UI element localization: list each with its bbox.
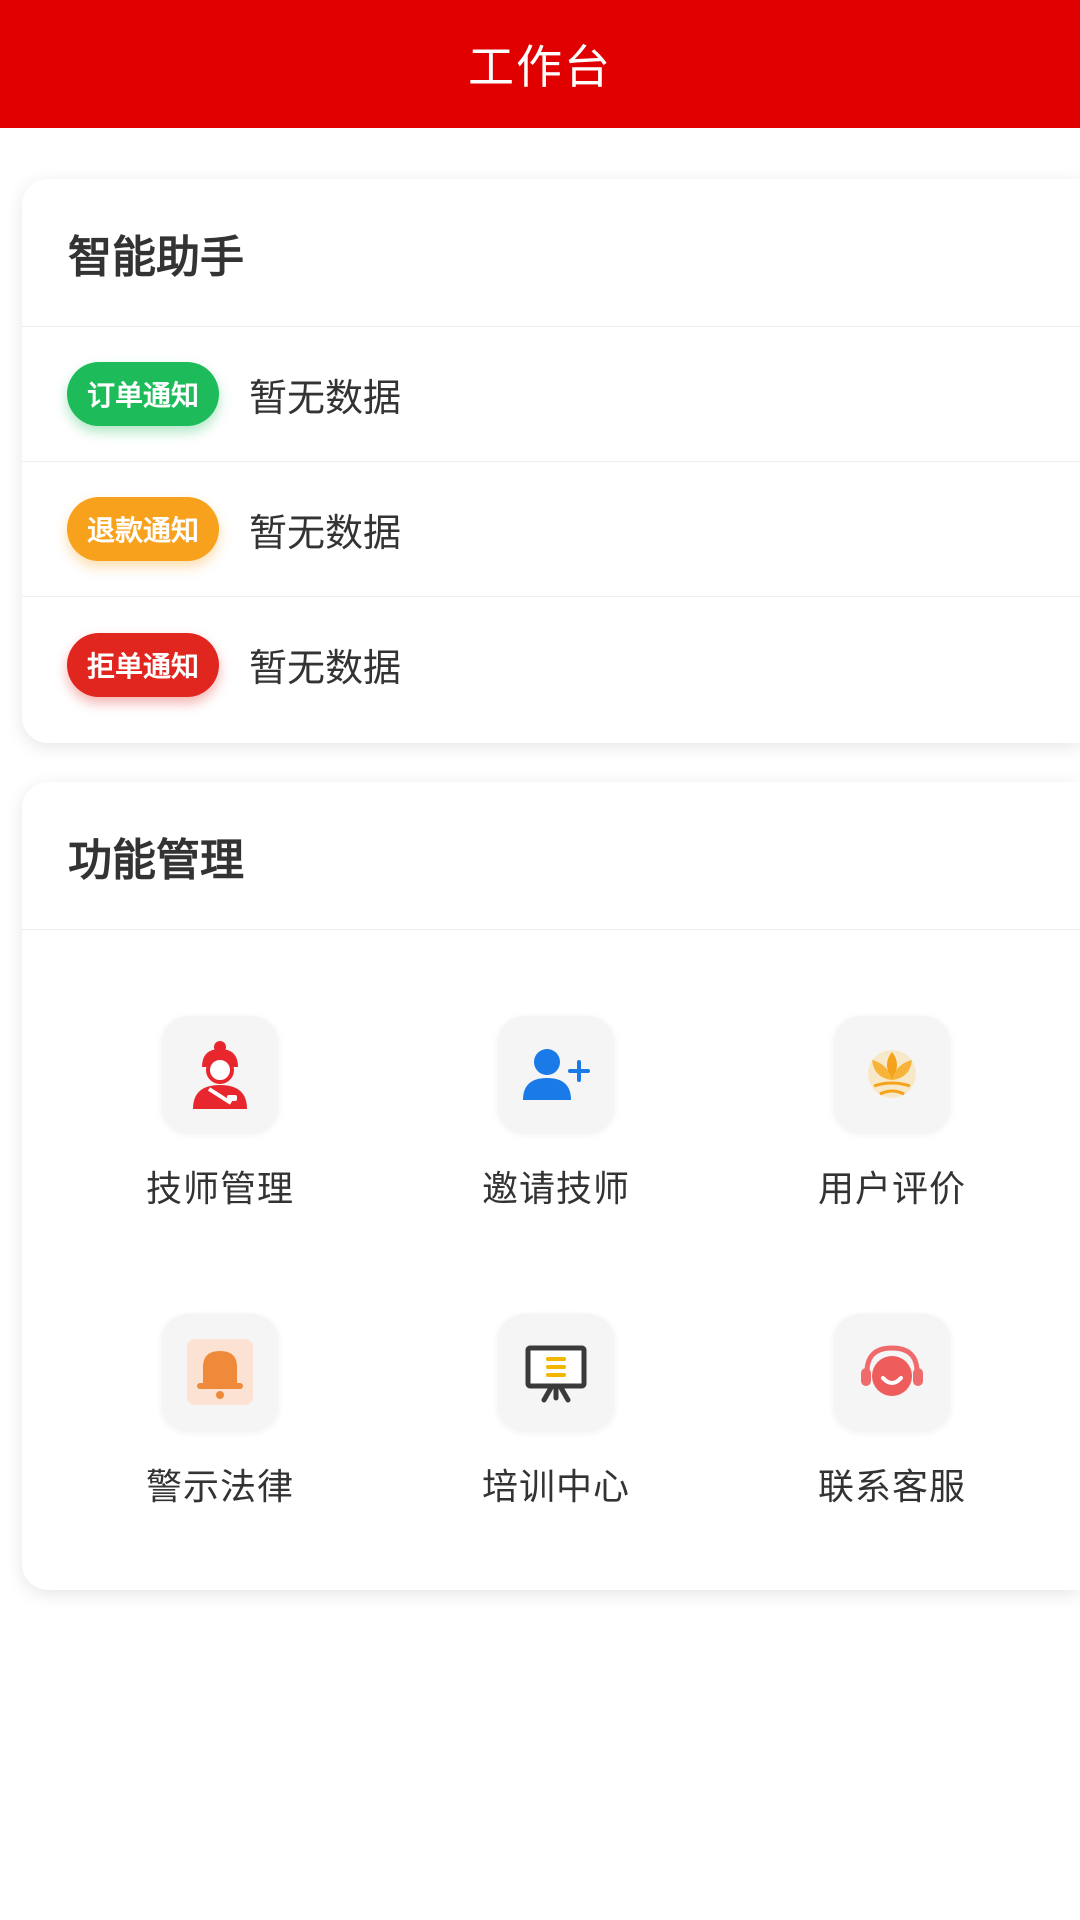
smart-assistant-title: 智能助手 — [68, 231, 244, 283]
order-notice-text: 暂无数据 — [249, 375, 402, 420]
contact-support-label: 联系客服 — [817, 1467, 966, 1508]
notice-row-order[interactable]: 订单通知 暂无数据 — [22, 327, 1080, 462]
reject-notice-tag: 拒单通知 — [67, 632, 219, 697]
technician-management-label: 技师管理 — [145, 1169, 294, 1210]
reject-notice-text: 暂无数据 — [249, 646, 402, 690]
presentation-board-icon — [498, 1314, 614, 1430]
function-invite-technician[interactable]: 邀请技师 — [406, 1016, 706, 1212]
function-technician-management[interactable]: 技师管理 — [70, 1016, 370, 1212]
technician-icon — [162, 1016, 278, 1132]
order-notice-tag: 订单通知 — [67, 362, 219, 426]
refund-notice-tag: 退款通知 — [67, 497, 219, 561]
top-bar: 工作台 — [0, 0, 1080, 128]
smart-assistant-card: 智能助手 订单通知 暂无数据 退款通知 暂无数据 拒单通知 暂无数据 — [22, 179, 1080, 743]
user-reviews-label: 用户评价 — [817, 1169, 966, 1210]
function-user-reviews[interactable]: 用户评价 — [742, 1016, 1042, 1212]
function-training-center[interactable]: 培训中心 — [406, 1314, 706, 1510]
lotus-icon — [834, 1016, 950, 1132]
notice-row-refund[interactable]: 退款通知 暂无数据 — [22, 462, 1080, 597]
notice-row-reject[interactable]: 拒单通知 暂无数据 — [22, 597, 1080, 732]
refund-notice-text: 暂无数据 — [249, 510, 402, 555]
bell-icon — [162, 1314, 278, 1430]
training-center-label: 培训中心 — [481, 1467, 630, 1508]
headset-icon — [834, 1314, 950, 1430]
invite-technician-label: 邀请技师 — [481, 1169, 630, 1210]
add-user-icon — [498, 1016, 614, 1132]
page-title: 工作台 — [468, 40, 612, 94]
legal-warning-label: 警示法律 — [145, 1467, 294, 1508]
function-legal-warning[interactable]: 警示法律 — [70, 1314, 370, 1510]
function-management-card: 功能管理 技师管理 邀请技师 用户评价 警示法律 培训中心 联系客服 — [22, 782, 1080, 1590]
function-contact-support[interactable]: 联系客服 — [742, 1314, 1042, 1510]
function-management-header: 功能管理 — [22, 782, 1080, 930]
smart-assistant-header: 智能助手 — [22, 179, 1080, 327]
function-management-title: 功能管理 — [68, 834, 244, 886]
